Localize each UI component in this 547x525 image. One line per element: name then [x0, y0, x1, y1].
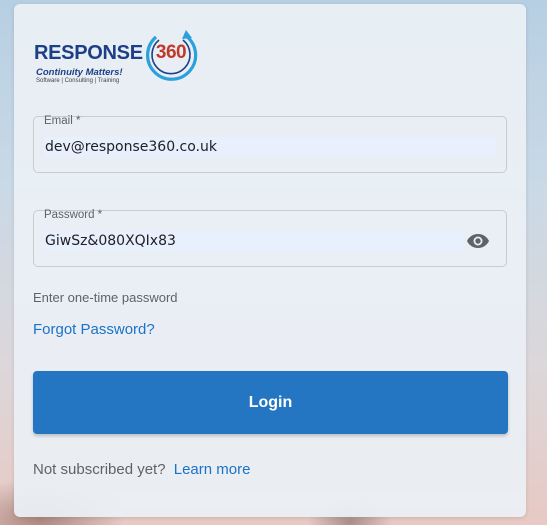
password-input[interactable]: GiwSz&080XQIx83: [44, 231, 464, 251]
logo-number: 360: [155, 42, 187, 63]
password-label: Password *: [44, 209, 103, 221]
forgot-password-link[interactable]: Forgot Password?: [33, 321, 155, 338]
logo-tagline: Continuity Matters!: [36, 67, 123, 78]
learn-more-link[interactable]: Learn more: [174, 461, 251, 478]
logo-subtitle: Software | Consulting | Training: [36, 78, 120, 84]
email-input[interactable]: dev@response360.co.uk: [44, 137, 496, 157]
eye-icon[interactable]: [466, 229, 490, 253]
email-label: Email *: [44, 115, 81, 127]
email-field[interactable]: Email * dev@response360.co.uk: [33, 115, 507, 173]
login-button[interactable]: Login: [33, 371, 508, 434]
login-card: RESPONSE 360 Continuity Matters! Softwar…: [14, 4, 526, 517]
footer-text: Not subscribed yet?: [33, 461, 166, 478]
subscribe-footer: Not subscribed yet? Learn more: [33, 461, 250, 478]
password-field[interactable]: Password * GiwSz&080XQIx83: [33, 209, 507, 267]
one-time-password-link[interactable]: Enter one-time password: [33, 290, 178, 305]
response360-logo: RESPONSE 360 Continuity Matters! Softwar…: [34, 26, 204, 90]
logo-wordmark: RESPONSE: [34, 42, 143, 64]
